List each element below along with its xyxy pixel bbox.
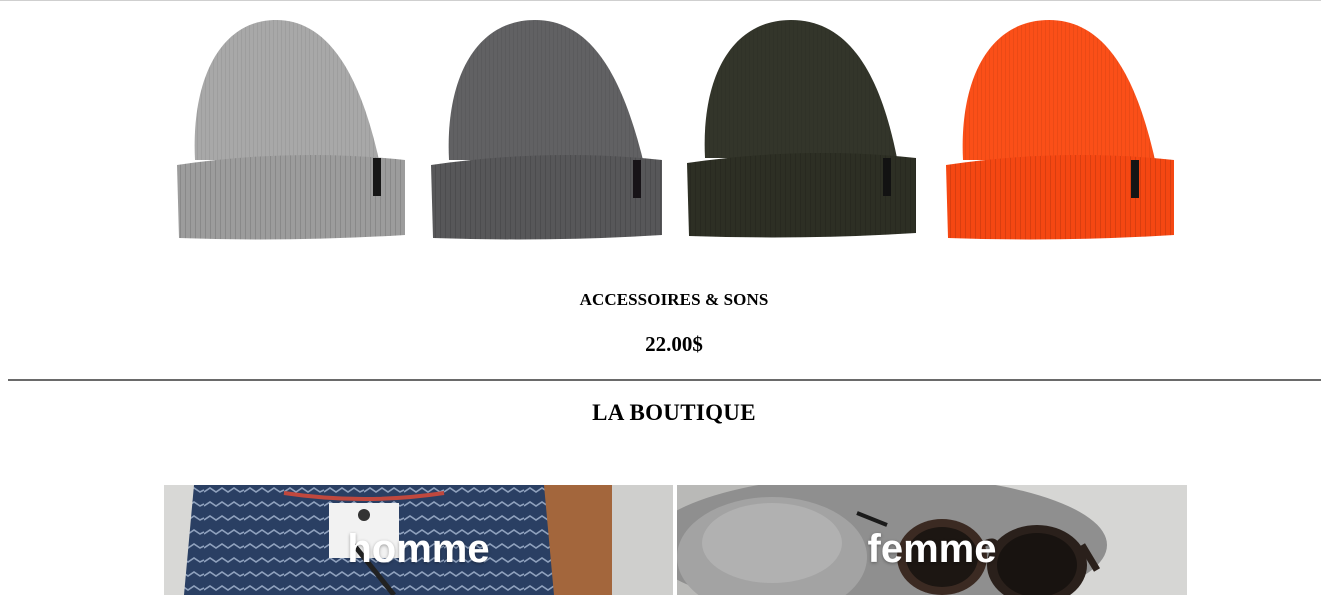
beanie-light-grey-icon <box>177 20 405 240</box>
category-label-femme: femme <box>867 527 997 571</box>
category-label-homme: homme <box>347 527 490 571</box>
product-price: 22.00$ <box>645 332 703 356</box>
beanie-olive-icon <box>687 20 916 238</box>
product-name[interactable]: ACCESSOIRES & SONS <box>0 290 1321 310</box>
product-image[interactable] <box>165 10 1185 268</box>
category-tile-femme[interactable]: femme <box>677 485 1187 595</box>
section-title: LA BOUTIQUE <box>592 400 756 425</box>
beanie-orange-icon <box>946 20 1174 240</box>
category-tile-homme[interactable]: homme <box>164 485 673 595</box>
beanie-charcoal-icon <box>431 20 662 240</box>
section-divider <box>8 379 1321 381</box>
top-divider <box>0 0 1321 1</box>
